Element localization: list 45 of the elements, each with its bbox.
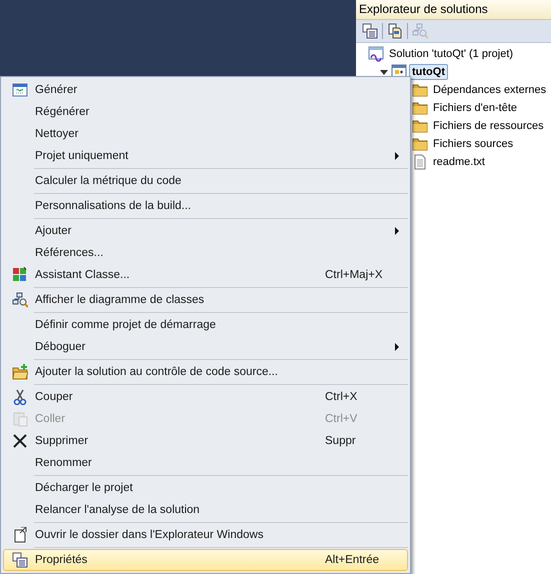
menu-item[interactable]: Projet uniquement [3,145,408,167]
build-icon [12,82,28,98]
menu-item[interactable]: Ouvrir le dossier dans l'Explorateur Windows [3,524,408,546]
tree-item[interactable]: Fichiers sources [430,136,516,152]
scissors-icon [12,389,28,405]
menu-item[interactable]: Assistant Classe... Ctrl+Maj+X [3,264,408,286]
menu-item[interactable]: Renommer [3,452,408,474]
properties-icon [12,552,28,568]
folder-add-icon [12,364,28,380]
folder-icon [412,118,428,134]
menu-item[interactable]: Relancer l'analyse de la solution [3,499,408,521]
menu-item[interactable]: Régénérer [3,101,408,123]
menu-item[interactable]: Ajouter la solution au contrôle de code source... [3,361,408,383]
documents-icon[interactable] [387,23,403,39]
menu-item[interactable]: Supprimer Suppr [3,430,408,452]
tree-item[interactable]: Fichiers de ressources [430,118,547,134]
folder-icon [412,82,428,98]
delete-icon [12,433,28,449]
folder-icon [412,100,428,116]
menu-item[interactable]: Personnalisations de la build... [3,195,408,217]
tree-item[interactable]: Solution 'tutoQt' (1 projet) [386,46,516,62]
menu-item[interactable]: Ajouter [3,220,408,242]
diagram-icon [12,292,28,308]
solution-icon [368,46,384,62]
tree-item[interactable]: tutoQt [409,64,448,80]
menu-item[interactable]: Propriétés Alt+Entrée [3,549,408,571]
menu-item[interactable]: Définir comme projet de démarrage [3,314,408,336]
properties-icon[interactable] [362,23,378,39]
menu-item[interactable]: Décharger le projet [3,477,408,499]
menu-item[interactable]: Couper Ctrl+X [3,386,408,408]
menu-item[interactable]: Afficher le diagramme de classes [3,289,408,311]
menu-item[interactable]: Nettoyer [3,123,408,145]
menu-item[interactable]: Calculer la métrique du code [3,170,408,192]
tree-item[interactable]: Dépendances externes [430,82,550,98]
class-icon [12,267,28,283]
menu-item[interactable]: Déboguer [3,336,408,358]
clipboard-icon [12,411,28,427]
menu-item[interactable]: Références... [3,242,408,264]
document-icon [12,527,28,543]
folder-icon [412,136,428,152]
tree-item[interactable]: readme.txt [430,154,488,170]
panel-title: Explorateur de solutions [356,0,551,20]
menu-item[interactable]: Générer [3,79,408,101]
tree-item[interactable]: Fichiers d'en-tête [430,100,520,116]
text-file-icon [412,154,428,170]
